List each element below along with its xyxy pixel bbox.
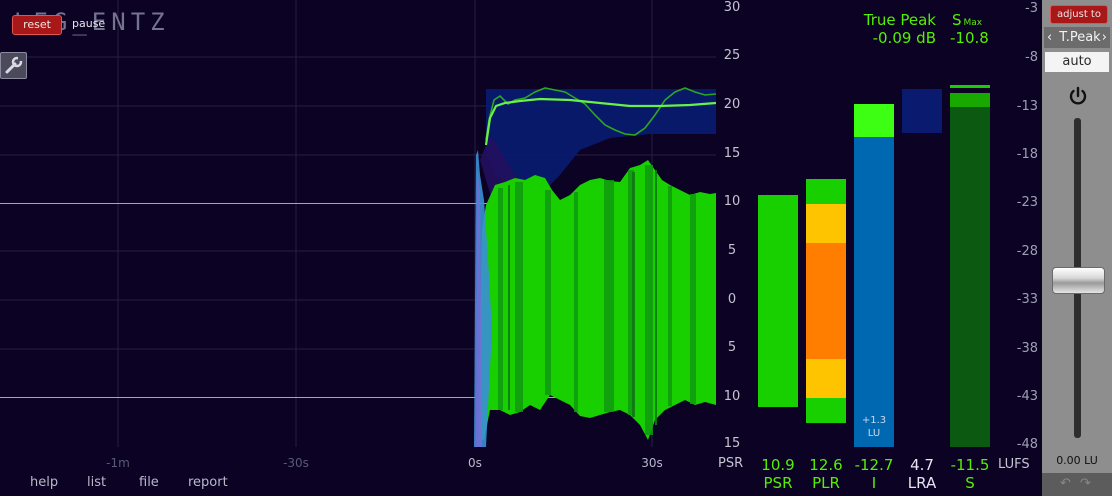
chevron-left-icon[interactable]: ‹ [1047, 27, 1052, 48]
gain-panel: adjust to ‹ T.Peak › auto 0.00 LU ↶ ↷ [1042, 0, 1112, 496]
y-tick: 0 [727, 292, 737, 307]
short-term-meter-bar [950, 107, 990, 447]
lufs-tick: -18 [1016, 147, 1038, 162]
chevron-right-icon[interactable]: › [1102, 27, 1107, 48]
pause-button[interactable]: pause [72, 17, 105, 30]
lufs-tick: -38 [1016, 341, 1038, 356]
plr-meter-yellow-top [806, 204, 846, 243]
target-selector[interactable]: ‹ T.Peak › [1044, 27, 1110, 48]
short-term-label: S [965, 474, 975, 492]
wrench-icon [1, 53, 26, 78]
history-plot [0, 0, 717, 447]
gain-value: 0.00 LU [1056, 454, 1098, 467]
y-tick: 15 [723, 146, 741, 161]
smax-value: -10.8 [950, 29, 989, 47]
lufs-tick: -3 [1025, 1, 1038, 16]
loudness-history-graph[interactable]: 30 25 20 15 10 5 0 5 10 15 [0, 0, 740, 451]
power-icon [1067, 86, 1089, 111]
lufs-tick: -13 [1016, 99, 1038, 114]
menu-file[interactable]: file [139, 475, 159, 490]
y-tick: 15 [723, 436, 741, 451]
lra-meter-bar [902, 89, 942, 133]
y-tick: 10 [723, 389, 741, 404]
target-value: T.Peak [1059, 30, 1101, 45]
integrated-meter-bar [854, 137, 894, 447]
power-button[interactable] [1067, 85, 1089, 107]
menu-list[interactable]: list [87, 475, 106, 490]
true-peak-label: True Peak [863, 11, 936, 29]
smax-label: S Max [952, 11, 982, 29]
menu-report[interactable]: report [188, 475, 228, 490]
auto-mode-button[interactable]: auto [1045, 52, 1109, 72]
menu-help[interactable]: help [30, 475, 58, 490]
y-tick: 5 [727, 243, 737, 258]
x-tick: 0s [468, 456, 482, 470]
lufs-tick: -43 [1016, 389, 1038, 404]
undo-redo-bar: ↶ ↷ [1042, 473, 1112, 496]
x-tick: 30s [641, 456, 663, 470]
smax-subscript: Max [963, 18, 983, 28]
true-peak-value: -0.09 dB [872, 29, 936, 47]
lufs-tick: -48 [1016, 437, 1038, 452]
integrated-delta-unit: LU [867, 428, 881, 439]
settings-tool-button[interactable] [0, 52, 27, 79]
x-tick: -1m [106, 456, 130, 470]
smax-letter: S [952, 11, 962, 29]
short-term-meter-top [950, 93, 990, 107]
lufs-unit-label: LUFS [998, 457, 1030, 472]
lufs-tick: -33 [1016, 292, 1038, 307]
psr-axis-label: PSR [718, 456, 744, 471]
y-tick: 10 [723, 194, 741, 209]
undo-icon[interactable]: ↶ [1060, 476, 1071, 491]
y-tick: 25 [723, 48, 741, 63]
plr-meter-orange [806, 243, 846, 359]
short-term-max-line [950, 85, 990, 88]
y-tick: 5 [727, 340, 737, 355]
redo-icon[interactable]: ↷ [1080, 476, 1091, 491]
reset-button[interactable]: reset [12, 15, 62, 35]
y-tick: 20 [723, 97, 741, 112]
integrated-delta: +1.3 [861, 415, 887, 426]
lufs-tick: -23 [1016, 195, 1038, 210]
y-tick: 30 [723, 0, 741, 15]
lufs-tick: -28 [1016, 244, 1038, 259]
adjust-to-button[interactable]: adjust to [1050, 5, 1108, 24]
psr-meter-bar [758, 195, 798, 407]
x-tick: -30s [283, 456, 309, 470]
plr-meter-yellow-bottom [806, 359, 846, 398]
integrated-meter-peak [854, 104, 894, 137]
lufs-tick: -8 [1025, 50, 1038, 65]
short-term-value: -11.5 [950, 456, 990, 474]
gain-fader-knob[interactable] [1052, 267, 1105, 294]
